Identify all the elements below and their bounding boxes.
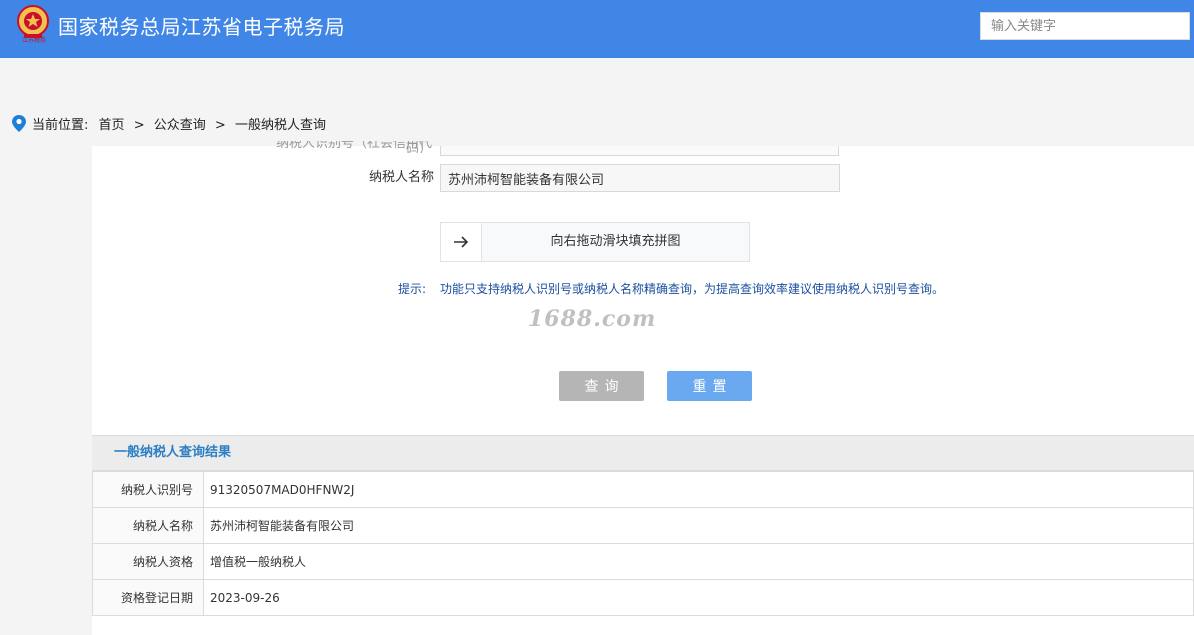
taxpayer-name-input[interactable]: [440, 164, 840, 192]
result-key: 纳税人资格: [92, 543, 204, 580]
breadcrumb-public-query[interactable]: 公众查询: [154, 118, 206, 133]
result-title: 一般纳税人查询结果: [114, 445, 232, 460]
site-title[interactable]: 国家税务总局江苏省电子税务局: [58, 13, 345, 41]
breadcrumb-current: 一般纳税人查询: [234, 118, 326, 133]
result-key: 纳税人识别号: [92, 471, 204, 508]
result-value: 增值税一般纳税人: [203, 543, 1194, 580]
tip-text: 功能只支持纳税人识别号或纳税人名称精确查询，为提高查询效率建议使用纳税人识别号查…: [440, 282, 945, 296]
logo-caption: 江苏税务: [21, 37, 46, 44]
result-value: 苏州沛柯智能装备有限公司: [203, 507, 1194, 544]
taxpayer-id-label-partial: 纳税人识别号（社会信用代码）: [275, 141, 432, 153]
reset-button[interactable]: 重置: [667, 371, 752, 401]
result-value: 91320507MAD0HFNW2J: [203, 471, 1194, 508]
slider-text: 向右拖动滑块填充拼图: [550, 234, 681, 249]
table-row: 资格登记日期 2023-09-26: [92, 579, 1194, 616]
breadcrumb-home[interactable]: 首页: [99, 118, 125, 133]
result-key: 纳税人名称: [92, 507, 204, 544]
table-row: 纳税人名称 苏州沛柯智能装备有限公司: [92, 507, 1194, 544]
breadcrumb: 当前位置: 首页 > 公众查询 > 一般纳税人查询: [12, 115, 326, 137]
result-header: 一般纳税人查询结果: [92, 435, 1194, 471]
arrow-right-icon: [454, 236, 469, 248]
taxpayer-id-input-partial[interactable]: [440, 146, 839, 156]
breadcrumb-separator: >: [133, 118, 145, 133]
table-row: 纳税人资格 增值税一般纳税人: [92, 543, 1194, 580]
watermark: 1688.com: [528, 306, 657, 332]
slider-handle[interactable]: [441, 223, 482, 261]
taxpayer-name-label: 纳税人名称: [368, 170, 434, 185]
breadcrumb-separator: >: [214, 118, 226, 133]
result-key: 资格登记日期: [92, 579, 204, 616]
result-value: 2023-09-26: [203, 579, 1194, 616]
result-table: 纳税人识别号 91320507MAD0HFNW2J 纳税人名称 苏州沛柯智能装备…: [92, 471, 1194, 616]
captcha-slider[interactable]: 向右拖动滑块填充拼图: [440, 222, 750, 262]
query-button[interactable]: 查询: [559, 371, 644, 401]
breadcrumb-prefix: 当前位置:: [32, 118, 89, 133]
table-row: 纳税人识别号 91320507MAD0HFNW2J: [92, 471, 1194, 508]
location-pin-icon: [12, 115, 26, 140]
top-header: 江苏税务 国家税务总局江苏省电子税务局: [0, 0, 1194, 58]
tip-label: 提示:: [398, 282, 427, 296]
search-input[interactable]: [980, 12, 1190, 40]
